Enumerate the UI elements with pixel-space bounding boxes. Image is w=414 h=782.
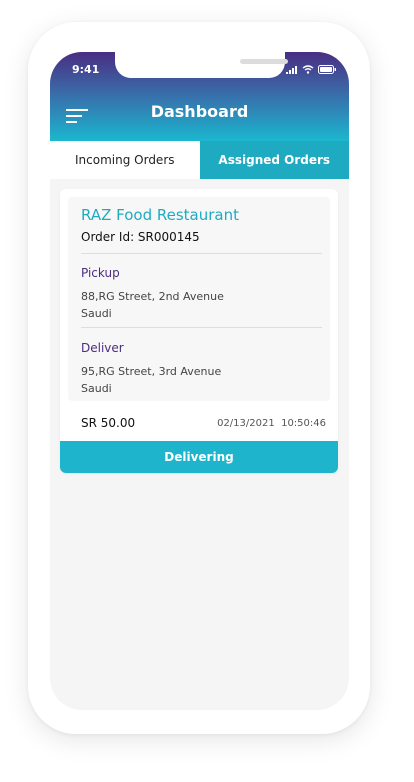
deliver-label: Deliver	[81, 341, 124, 355]
order-id: Order Id: SR000145	[81, 230, 200, 244]
divider	[81, 327, 322, 328]
order-timestamp: 02/13/2021 10:50:46	[217, 418, 326, 429]
tab-incoming-orders[interactable]: Incoming Orders	[50, 141, 200, 179]
pickup-address-line1: 88,RG Street, 2nd Avenue	[81, 290, 224, 303]
deliver-address: 95,RG Street, 3rd Avenue Saudi	[81, 363, 221, 397]
order-card[interactable]: RAZ Food Restaurant Order Id: SR000145 P…	[60, 189, 338, 473]
page-title: Dashboard	[150, 102, 249, 121]
pickup-label: Pickup	[81, 266, 120, 280]
order-time: 10:50:46	[281, 418, 326, 429]
order-details: RAZ Food Restaurant Order Id: SR000145 P…	[68, 197, 330, 401]
tab-assigned-orders[interactable]: Assigned Orders	[199, 141, 349, 179]
status-icons	[286, 65, 337, 74]
signal-icon	[286, 66, 297, 74]
deliver-address-line1: 95,RG Street, 3rd Avenue	[81, 365, 222, 378]
divider	[81, 253, 322, 254]
restaurant-name: RAZ Food Restaurant	[81, 206, 239, 224]
pickup-address-line2: Saudi	[81, 307, 112, 320]
pickup-address: 88,RG Street, 2nd Avenue Saudi	[81, 288, 224, 322]
order-amount: SR 50.00	[81, 416, 136, 430]
speaker-grille	[240, 59, 288, 64]
order-tabs: Incoming Orders Assigned Orders	[50, 141, 349, 179]
status-time: 9:41	[72, 63, 100, 76]
delivering-button[interactable]: Delivering	[60, 441, 338, 473]
app-header: 9:41 Dashboard	[50, 52, 349, 141]
phone-notch	[115, 52, 288, 78]
app-screen: 9:41 Dashboard Incoming Orders Assigned …	[50, 52, 349, 710]
wifi-icon	[302, 65, 314, 74]
battery-icon	[318, 65, 336, 74]
deliver-address-line2: Saudi	[81, 382, 112, 395]
order-date: 02/13/2021	[217, 418, 275, 429]
